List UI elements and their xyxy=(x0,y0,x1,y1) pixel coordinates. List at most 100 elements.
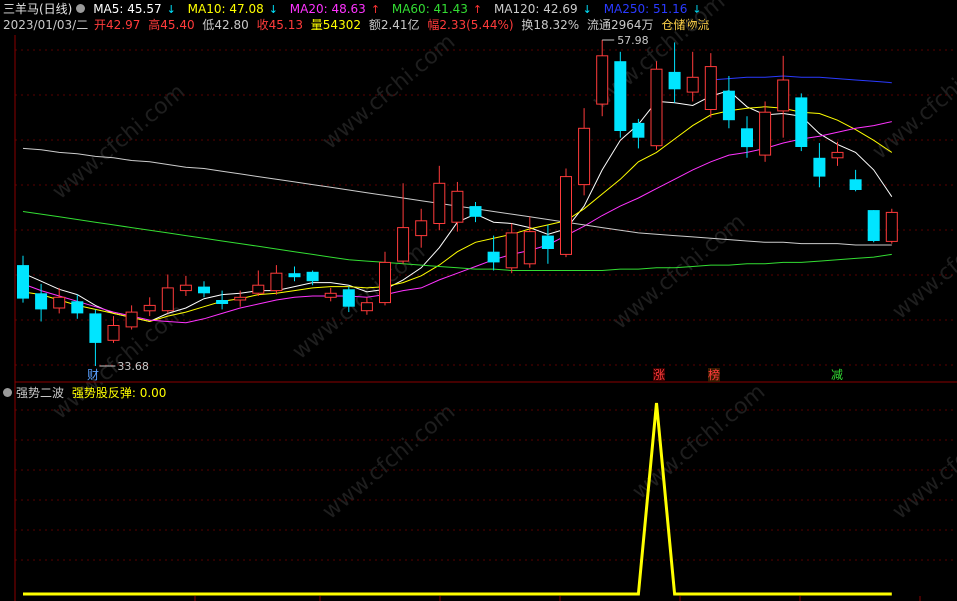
candle xyxy=(415,208,428,248)
candle-body-down xyxy=(17,265,29,299)
candle-body-up xyxy=(596,55,609,105)
candle-body-up xyxy=(179,284,192,292)
candle xyxy=(71,294,84,319)
candle-body-down xyxy=(288,273,301,278)
candle xyxy=(125,305,138,330)
candle xyxy=(288,266,301,282)
candle-body-up xyxy=(704,66,717,110)
candle xyxy=(885,208,898,244)
low-marker-label: 33.68 xyxy=(117,360,148,373)
candle xyxy=(216,290,229,310)
candle-body-up xyxy=(759,111,772,156)
candle-body-down xyxy=(306,271,319,282)
candle xyxy=(89,309,102,366)
candle-body-down xyxy=(795,97,808,147)
candle-body-down xyxy=(632,122,645,138)
candle xyxy=(777,55,790,138)
watermark-text: www.cfchi.com xyxy=(608,209,750,334)
candle xyxy=(179,275,192,296)
candle-body-down xyxy=(722,90,735,121)
candle xyxy=(505,223,518,274)
candle-body-down xyxy=(541,235,554,249)
candle-body-down xyxy=(849,179,862,190)
candle xyxy=(523,216,536,268)
candle-body-up xyxy=(234,296,247,301)
candle-body-down xyxy=(487,251,500,263)
indicator-settings-icon[interactable] xyxy=(3,388,12,397)
indicator-name[interactable]: 强势二波 xyxy=(16,386,64,400)
candle xyxy=(143,297,156,317)
candle-body-down xyxy=(216,300,229,304)
candle-body-down xyxy=(668,71,681,90)
candle-body-up xyxy=(415,220,428,237)
candle-body-up xyxy=(451,190,464,223)
candle-body-down xyxy=(89,313,102,343)
candle-body-down xyxy=(469,206,482,217)
candle-body-up xyxy=(53,296,66,309)
candle-body-down xyxy=(741,128,753,148)
candle xyxy=(270,265,283,295)
candle-body-up xyxy=(831,151,844,159)
candle-body-up xyxy=(686,76,699,93)
candle xyxy=(722,75,735,129)
candle-body-up xyxy=(578,127,591,186)
candle-body-up xyxy=(433,182,446,225)
candle xyxy=(849,169,862,192)
candle-body-up xyxy=(523,231,536,265)
candle xyxy=(397,183,410,264)
event-tag-zhang[interactable]: 涨 xyxy=(653,368,666,382)
high-marker-label: 57.98 xyxy=(617,34,649,47)
candle-body-up xyxy=(125,311,138,328)
candle xyxy=(578,108,591,196)
candle-body-up xyxy=(270,272,283,292)
event-tag-bang[interactable]: 榜 xyxy=(708,368,721,382)
candle-body-down xyxy=(198,286,210,294)
candle-body-up xyxy=(777,79,790,112)
candle-body-up xyxy=(397,227,410,262)
candle xyxy=(831,141,844,166)
event-tag-cai[interactable]: 财 xyxy=(87,368,99,382)
candle xyxy=(704,53,717,118)
candle xyxy=(161,274,174,314)
ma-line-ma250 xyxy=(710,75,892,84)
candle-body-down xyxy=(614,61,627,132)
candle-body-up xyxy=(252,284,265,294)
candle xyxy=(686,51,699,102)
candle xyxy=(198,281,210,298)
candle-body-up xyxy=(143,304,156,312)
indicator-line xyxy=(23,402,892,596)
candle-body-up xyxy=(161,287,174,312)
candle-body-down xyxy=(867,210,880,241)
candle xyxy=(469,202,482,223)
candle xyxy=(614,51,627,138)
candle-body-up xyxy=(560,176,572,255)
candle xyxy=(650,61,663,150)
indicator-series-label: 强势股反弹: 0.00 xyxy=(71,386,167,400)
watermark-text: www.cfchi.com xyxy=(318,29,460,154)
candle-body-up xyxy=(650,68,663,147)
candle xyxy=(451,181,464,232)
candle xyxy=(813,143,826,188)
candle-body-down xyxy=(813,157,826,177)
indicator-layer xyxy=(23,402,892,596)
candle-body-down xyxy=(71,301,84,314)
watermark-text: www.cfchi.com xyxy=(888,199,957,324)
watermark-layer: www.cfchi.com www.cfchi.com www.cfchi.com w… xyxy=(48,0,957,525)
candle-body-up xyxy=(379,261,391,304)
event-tag-jian[interactable]: 减 xyxy=(831,368,843,382)
candle xyxy=(53,287,66,314)
candle-body-up xyxy=(505,232,518,269)
candle xyxy=(759,101,772,162)
candle xyxy=(632,118,645,149)
watermark-text: www.cfchi.com xyxy=(318,399,460,524)
candle-body-down xyxy=(35,293,48,310)
candle xyxy=(541,224,554,264)
candle-body-up xyxy=(885,211,898,242)
candle xyxy=(324,287,337,302)
watermark-text: www.cfchi.com xyxy=(48,79,190,204)
candle-body-down xyxy=(342,289,355,307)
candle xyxy=(795,93,808,152)
candle xyxy=(433,165,446,231)
kline-chart[interactable]: www.cfchi.com www.cfchi.com www.cfchi.com w… xyxy=(0,0,957,601)
candle xyxy=(17,255,29,303)
